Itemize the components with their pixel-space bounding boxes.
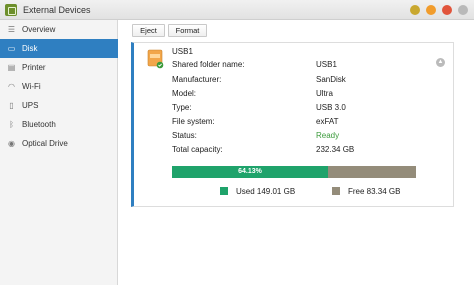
- sidebar-item-bluetooth[interactable]: ᛒ Bluetooth: [0, 115, 118, 134]
- sidebar: ☰ Overview ▭ Disk ▤ Printer ◠ Wi-Fi ▯ UP…: [0, 20, 118, 285]
- device-name: USB1: [172, 47, 193, 56]
- window-control-1[interactable]: [410, 5, 420, 15]
- sidebar-item-label: Bluetooth: [22, 120, 56, 129]
- field-value-manufacturer: SanDisk: [316, 75, 346, 84]
- wifi-icon: ◠: [8, 82, 15, 91]
- field-value-status: Ready: [316, 131, 340, 140]
- field-value-file-system: exFAT: [316, 117, 339, 126]
- sidebar-item-label: Optical Drive: [22, 139, 68, 148]
- sidebar-item-ups[interactable]: ▯ UPS: [0, 96, 118, 115]
- title-bar: External Devices: [0, 0, 474, 20]
- sidebar-item-label: Disk: [22, 44, 38, 53]
- format-button[interactable]: Format: [168, 24, 207, 37]
- window-title: External Devices: [23, 5, 91, 15]
- capacity-used-percent: 64.13%: [238, 168, 262, 175]
- ups-icon: ▯: [9, 101, 14, 110]
- field-value-type: USB 3.0: [316, 103, 346, 112]
- printer-icon: ▤: [7, 63, 16, 72]
- eject-button[interactable]: Eject: [132, 24, 165, 37]
- field-value-total-capacity: 232.34 GB: [316, 145, 355, 154]
- field-label-manufacturer: Manufacturer:: [172, 75, 222, 84]
- collapse-chevron-up-icon[interactable]: ▲: [436, 58, 445, 67]
- external-devices-app-icon: [5, 4, 17, 16]
- field-label-total-capacity: Total capacity:: [172, 145, 223, 154]
- sidebar-item-label: Printer: [22, 63, 46, 72]
- field-value-model: Ultra: [316, 89, 333, 98]
- field-label-status: Status:: [172, 131, 197, 140]
- field-value-shared-folder: USB1: [316, 60, 337, 69]
- optical-drive-icon: ◉: [8, 139, 15, 148]
- sidebar-item-label: Overview: [22, 25, 56, 34]
- sidebar-item-overview[interactable]: ☰ Overview: [0, 20, 118, 39]
- capacity-usage-bar: 64.13%: [172, 166, 416, 178]
- sidebar-item-disk[interactable]: ▭ Disk: [0, 39, 118, 58]
- disk-icon: ▭: [7, 44, 16, 53]
- window-control-2[interactable]: [426, 5, 436, 15]
- list-icon: ☰: [7, 25, 16, 34]
- sidebar-item-optical-drive[interactable]: ◉ Optical Drive: [0, 134, 118, 153]
- sidebar-item-label: Wi-Fi: [22, 82, 41, 91]
- window-control-4[interactable]: [458, 5, 468, 15]
- field-label-type: Type:: [172, 103, 192, 112]
- window-control-3[interactable]: [442, 5, 452, 15]
- bluetooth-icon: ᛒ: [9, 120, 14, 129]
- usb-drive-icon: [147, 49, 164, 69]
- sidebar-item-printer[interactable]: ▤ Printer: [0, 58, 118, 77]
- free-legend-label: Free 83.34 GB: [348, 187, 401, 196]
- used-legend-label: Used 149.01 GB: [236, 187, 296, 196]
- field-label-model: Model:: [172, 89, 197, 98]
- field-label-file-system: File system:: [172, 117, 215, 126]
- sidebar-item-label: UPS: [22, 101, 39, 110]
- sidebar-item-wifi[interactable]: ◠ Wi-Fi: [0, 77, 118, 96]
- used-legend-swatch: [220, 187, 228, 195]
- free-legend-swatch: [332, 187, 340, 195]
- field-label-shared-folder: Shared folder name:: [172, 60, 245, 69]
